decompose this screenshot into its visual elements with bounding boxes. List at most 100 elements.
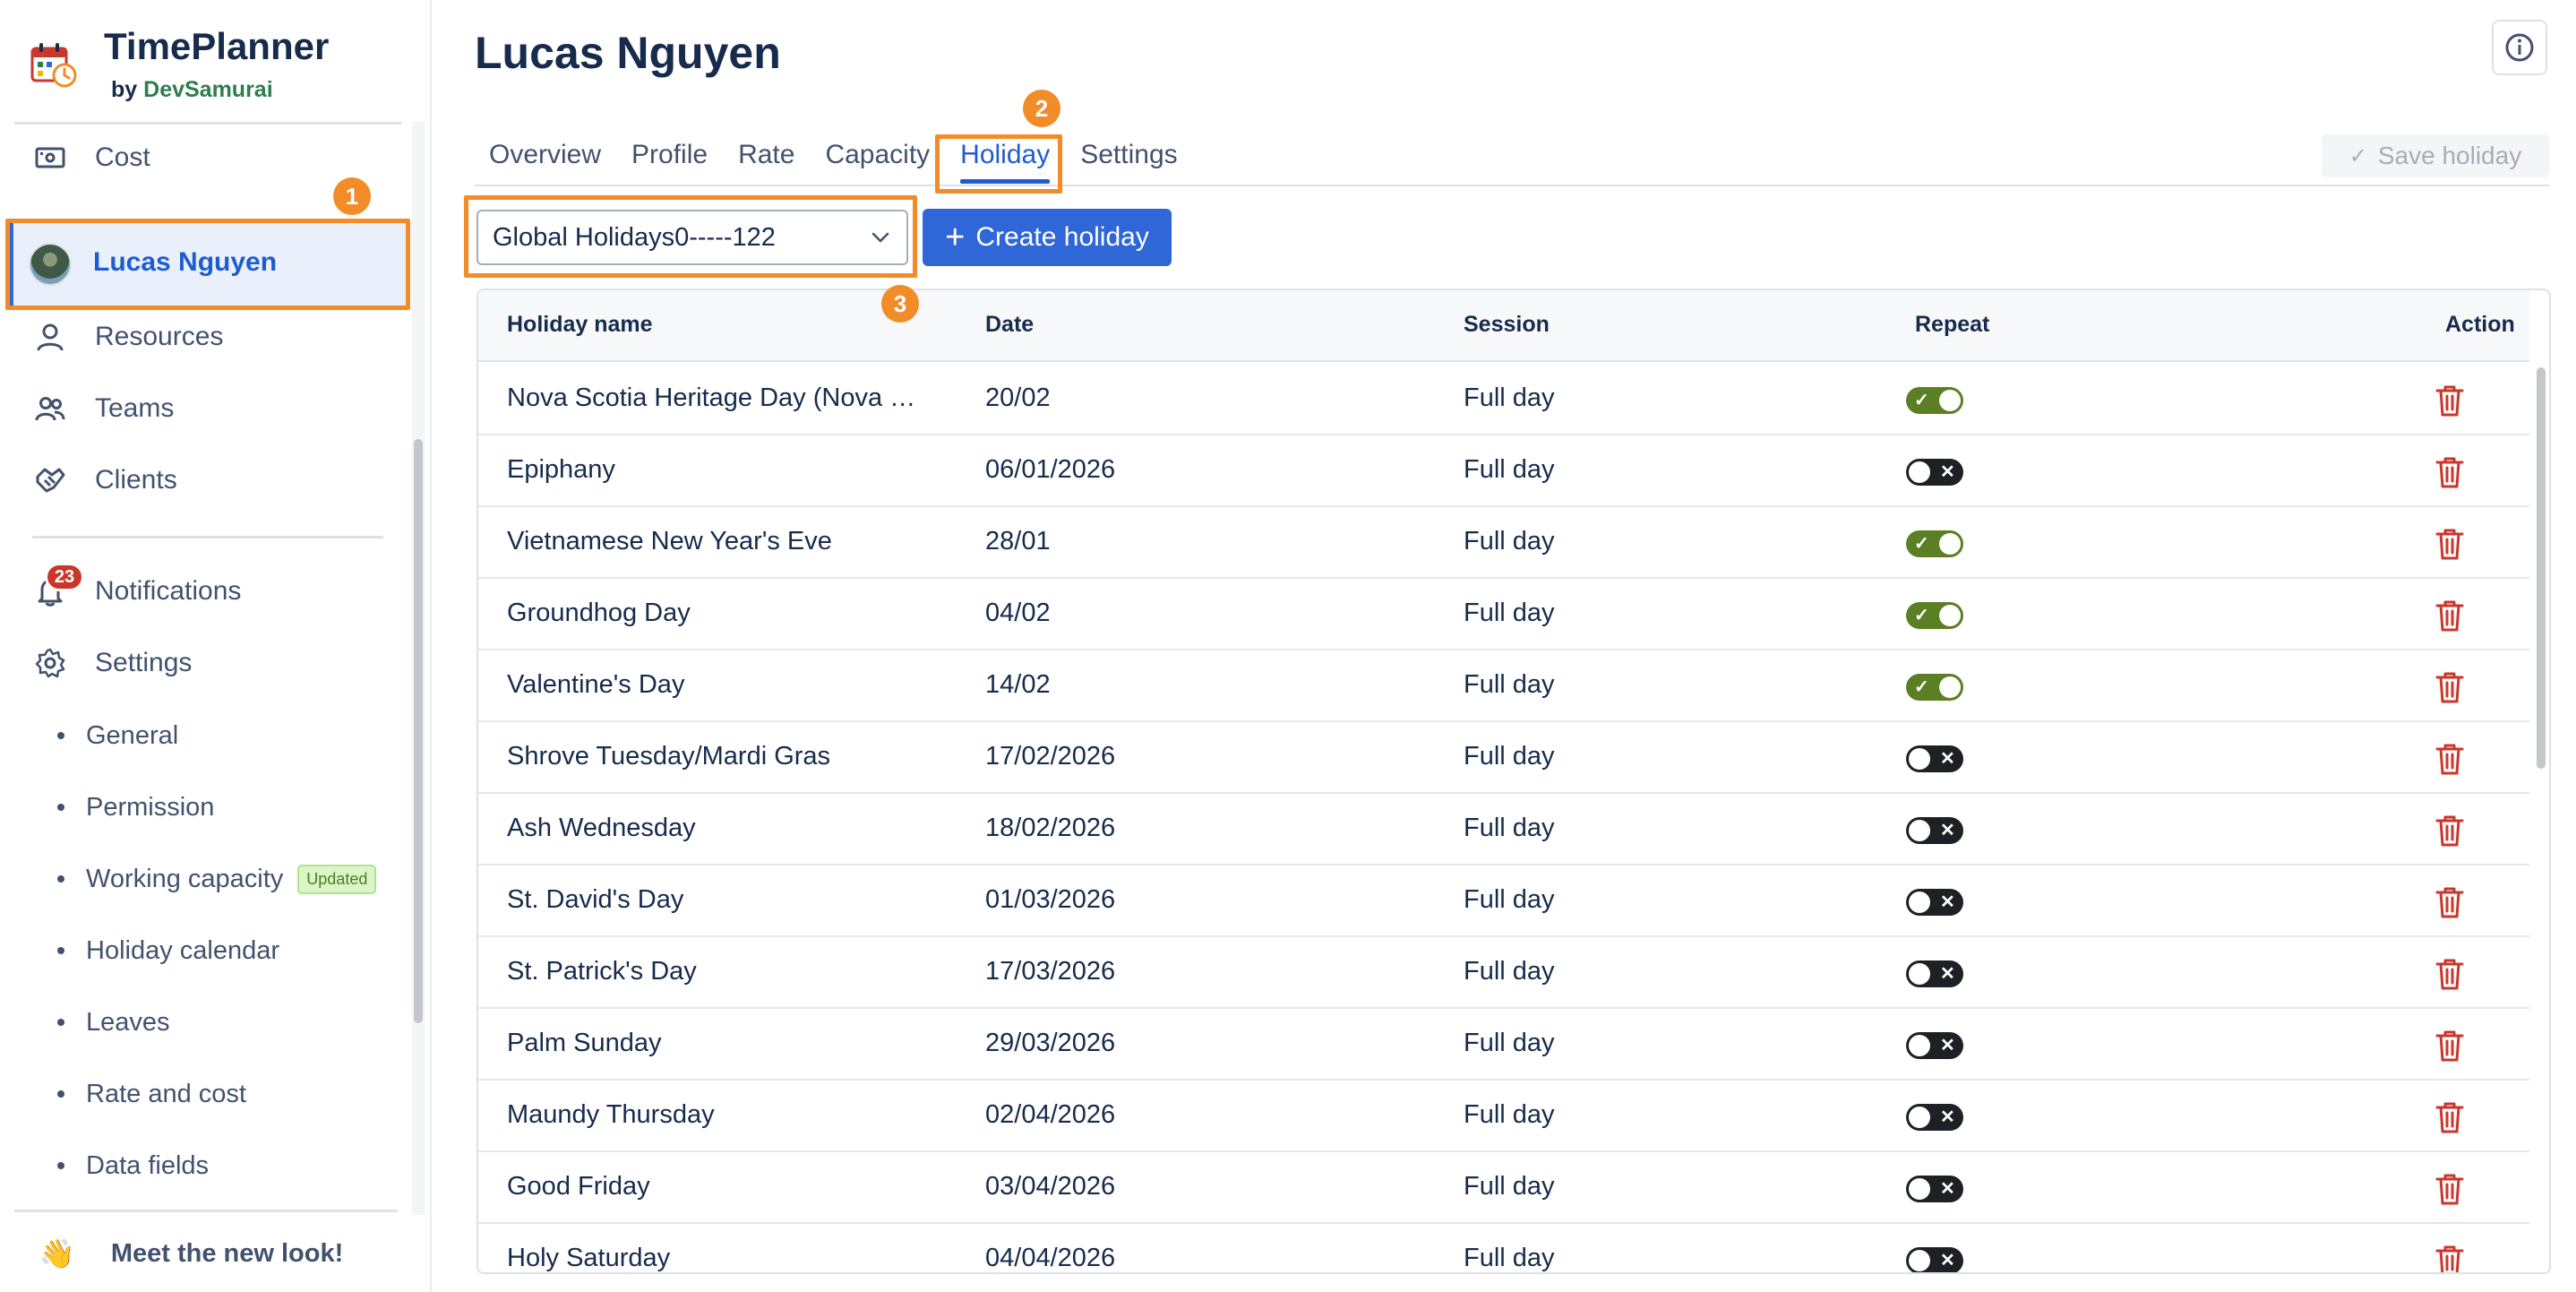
toggle-knob <box>1939 390 1961 411</box>
repeat-toggle[interactable]: ✓ <box>1906 387 1963 414</box>
repeat-toggle[interactable]: ✓ <box>1906 530 1963 557</box>
trash-icon[interactable] <box>2434 527 2465 561</box>
repeat-toggle[interactable]: ✓ <box>1906 602 1963 629</box>
trash-icon[interactable] <box>2434 742 2465 776</box>
sidebar-subitem-general[interactable]: General <box>57 713 178 758</box>
sidebar-subitem-leaves[interactable]: Leaves <box>57 1000 170 1045</box>
toggle-knob <box>1939 605 1961 626</box>
tab-settings[interactable]: Settings <box>1080 140 1177 183</box>
date-cell: 04/02 <box>985 599 1051 627</box>
tab-overview[interactable]: Overview <box>489 140 601 183</box>
table-row: Valentine's Day 14/02 Full day ✓ <box>478 650 2529 722</box>
sidebar-subitem-working-capacity[interactable]: Working capacity Updated <box>57 857 377 901</box>
repeat-toggle[interactable]: ✕ <box>1906 817 1963 844</box>
create-holiday-label: Create holiday <box>975 222 1149 252</box>
trash-icon[interactable] <box>2434 670 2465 704</box>
trash-icon[interactable] <box>2434 1029 2465 1063</box>
tab-holiday[interactable]: Holiday <box>960 140 1051 184</box>
sidebar-item-cost[interactable]: Cost <box>32 131 150 185</box>
sidebar-item-teams[interactable]: Teams <box>32 382 174 435</box>
repeat-toggle[interactable]: ✕ <box>1906 889 1963 916</box>
brand-dev-name: DevSamurai <box>143 77 273 102</box>
trash-icon[interactable] <box>2434 957 2465 991</box>
step-badge-3: 3 <box>881 285 919 323</box>
holiday-name-cell: Ash Wednesday <box>507 814 696 842</box>
repeat-toggle[interactable]: ✕ <box>1906 1032 1963 1059</box>
sidebar-subitem-permission[interactable]: Permission <box>57 785 214 830</box>
sidebar-scrollbar[interactable] <box>414 439 423 1023</box>
plus-icon: + <box>945 219 966 256</box>
tab-bar: Overview Profile Rate Capacity Holiday S… <box>489 140 1208 186</box>
toggle-knob <box>1909 891 1930 913</box>
holiday-calendar-select[interactable]: Global Holidays0-----122 <box>477 210 908 265</box>
column-header-date[interactable]: Date <box>985 312 1034 338</box>
sidebar-subitem-rate-and-cost[interactable]: Rate and cost <box>57 1072 246 1116</box>
trash-icon[interactable] <box>2434 383 2465 418</box>
users-icon <box>32 391 68 426</box>
session-cell: Full day <box>1464 455 1555 484</box>
save-holiday-button[interactable]: ✓ Save holiday <box>2322 134 2549 177</box>
date-cell: 06/01/2026 <box>985 455 1116 484</box>
avatar <box>29 243 72 286</box>
sidebar-subitem-data-fields[interactable]: Data fields <box>57 1143 209 1188</box>
date-cell: 01/03/2026 <box>985 885 1116 914</box>
date-cell: 03/04/2026 <box>985 1172 1116 1201</box>
sidebar-subitem-label: Rate and cost <box>86 1079 246 1108</box>
sidebar-subitem-holiday-calendar[interactable]: Holiday calendar <box>57 928 279 973</box>
tab-capacity[interactable]: Capacity <box>825 140 930 183</box>
table-row: Ash Wednesday 18/02/2026 Full day ✕ <box>478 794 2529 866</box>
trash-icon[interactable] <box>2434 1244 2465 1274</box>
toggle-knob <box>1909 748 1930 770</box>
trash-icon[interactable] <box>2434 814 2465 848</box>
holiday-name-cell: Valentine's Day <box>507 670 685 699</box>
holiday-name-cell: Palm Sunday <box>507 1029 662 1057</box>
sidebar-item-label: Cost <box>95 142 150 172</box>
save-holiday-label: Save holiday <box>2377 142 2522 169</box>
sidebar-item-resources[interactable]: Resources <box>32 310 223 364</box>
meet-new-look-link[interactable]: 👋 Meet the new look! <box>39 1236 343 1270</box>
holiday-name-cell: Vietnamese New Year's Eve <box>507 527 832 556</box>
repeat-toggle[interactable]: ✕ <box>1906 459 1963 486</box>
date-cell: 04/04/2026 <box>985 1244 1116 1272</box>
brand-title: TimePlanner <box>104 25 330 67</box>
create-holiday-button[interactable]: + Create holiday <box>923 209 1172 266</box>
date-cell: 17/02/2026 <box>985 742 1116 771</box>
repeat-toggle[interactable]: ✕ <box>1906 1176 1963 1202</box>
chevron-down-icon <box>872 232 889 243</box>
repeat-toggle[interactable]: ✕ <box>1906 960 1963 987</box>
sidebar-item-label: Teams <box>95 393 175 423</box>
column-header-holiday-name[interactable]: Holiday name <box>507 312 653 338</box>
repeat-toggle[interactable]: ✕ <box>1906 1247 1963 1272</box>
sidebar-item-label: Resources <box>95 322 224 351</box>
meet-new-look-label: Meet the new look! <box>110 1238 344 1268</box>
x-icon: ✕ <box>1940 821 1955 840</box>
table-row: Holy Saturday 04/04/2026 Full day ✕ <box>478 1224 2529 1274</box>
x-icon: ✕ <box>1940 964 1955 984</box>
sidebar-item-settings[interactable]: Settings <box>32 636 192 690</box>
table-scrollbar[interactable] <box>2537 367 2546 769</box>
trash-icon[interactable] <box>2434 1172 2465 1206</box>
sidebar-item-label: Clients <box>95 465 177 495</box>
brand-by-label: by <box>111 77 138 102</box>
tab-rate[interactable]: Rate <box>738 140 794 183</box>
column-header-repeat[interactable]: Repeat <box>1915 312 1989 338</box>
holiday-name-cell: Maundy Thursday <box>507 1100 715 1129</box>
repeat-toggle[interactable]: ✕ <box>1906 745 1963 772</box>
trash-icon[interactable] <box>2434 599 2465 633</box>
step-badge-2: 2 <box>1023 90 1060 127</box>
column-header-session[interactable]: Session <box>1464 312 1550 338</box>
toggle-knob <box>1909 1035 1930 1056</box>
tab-profile[interactable]: Profile <box>631 140 708 183</box>
sidebar-item-clients[interactable]: Clients <box>32 453 177 507</box>
session-cell: Full day <box>1464 1100 1555 1129</box>
trash-icon[interactable] <box>2434 455 2465 489</box>
page-title: Lucas Nguyen <box>475 28 781 78</box>
repeat-toggle[interactable]: ✕ <box>1906 1104 1963 1131</box>
trash-icon[interactable] <box>2434 885 2465 919</box>
trash-icon[interactable] <box>2434 1100 2465 1134</box>
repeat-toggle[interactable]: ✓ <box>1906 674 1963 701</box>
session-cell: Full day <box>1464 383 1555 412</box>
x-icon: ✕ <box>1940 749 1955 769</box>
toggle-knob <box>1939 676 1961 698</box>
info-button[interactable] <box>2492 20 2547 75</box>
